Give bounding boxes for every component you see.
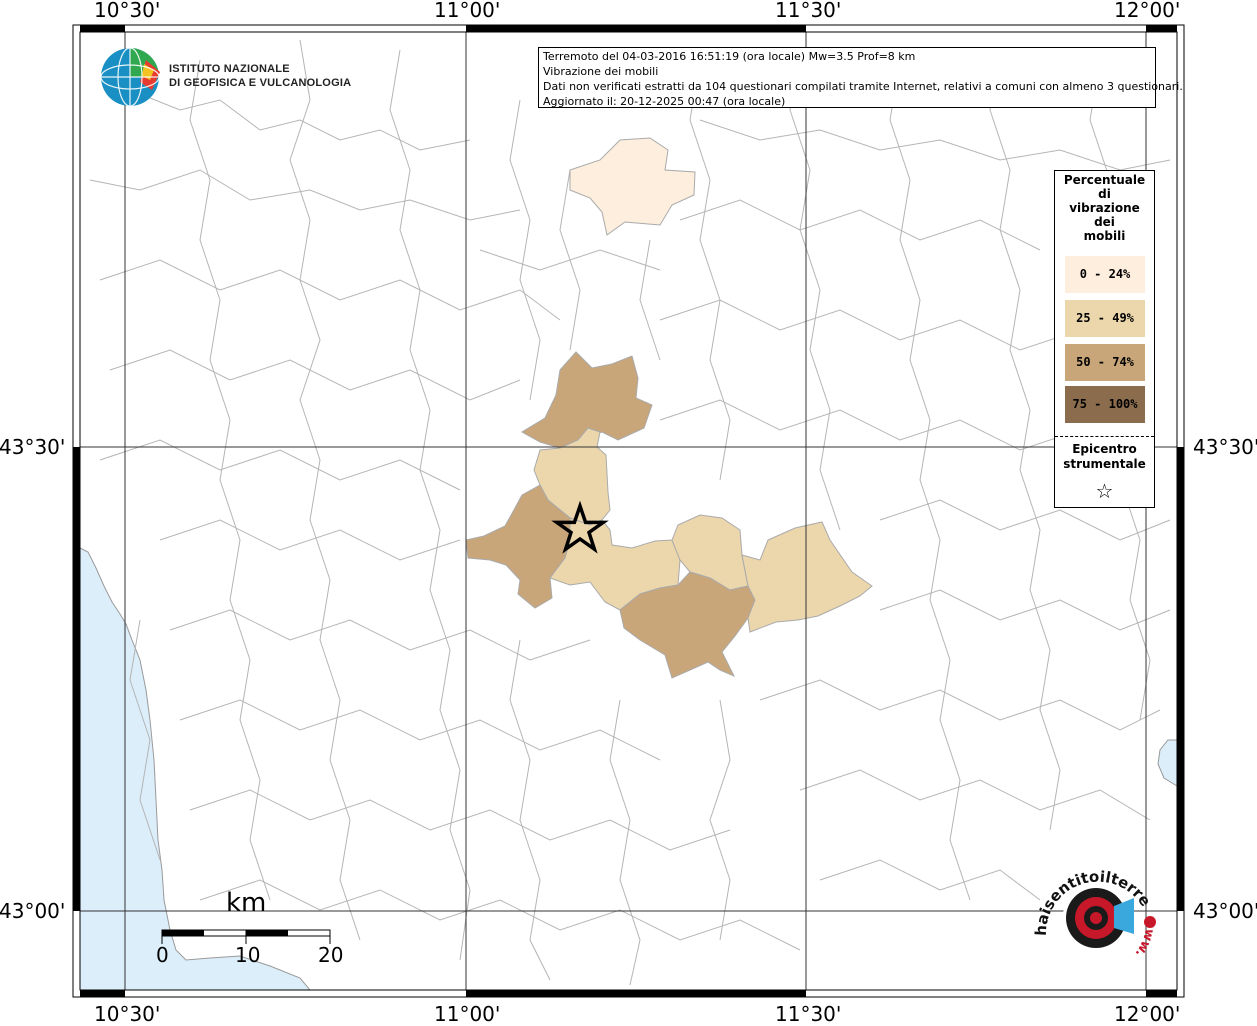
ingv-logo-text: ISTITUTO NAZIONALE DI GEOFISICA E VULCAN…: [169, 62, 351, 90]
scale-unit: km: [226, 888, 267, 918]
lon-label-bottom-1130: 11°30': [775, 1002, 842, 1026]
legend-star-icon: ☆: [1095, 479, 1114, 503]
event-line: Terremoto del 04-03-2016 16:51:19 (ora l…: [543, 50, 916, 63]
lat-label-right-4330: 43°30': [1193, 435, 1257, 459]
legend-title-line-3: vibrazione: [1069, 201, 1140, 215]
lon-label-bottom-1200: 12°00': [1114, 1002, 1181, 1026]
legend-epicenter-line-2: strumentale: [1063, 457, 1146, 471]
lat-label-left-4300: 43°00': [0, 899, 66, 923]
data-source-line: Dati non verificati estratti da 104 ques…: [543, 80, 1183, 93]
legend-title-line-5: mobili: [1083, 229, 1126, 243]
legend-class-50-74: 50 - 74%: [1065, 344, 1145, 381]
updated-line: Aggiornato il: 20-12-2025 00:47 (ora loc…: [543, 95, 786, 108]
lon-label-top-1030: 10°30': [94, 0, 161, 22]
lon-label-bottom-1030: 10°30': [94, 1002, 161, 1026]
legend: Percentuale di vibrazione dei mobili 0 -…: [1054, 170, 1155, 508]
legend-title-line-1: Percentuale: [1063, 173, 1146, 187]
institute-line-1: ISTITUTO NAZIONALE: [169, 63, 290, 75]
legend-class-25-49: 25 - 49%: [1065, 300, 1145, 337]
lat-label-left-4330: 43°30': [0, 435, 66, 459]
institute-line-2: DI GEOFISICA E VULCANOLOGIA: [169, 77, 352, 89]
lon-label-bottom-1100: 11°00': [434, 1002, 501, 1026]
haisentito-logo: haisentitoilterremoto.it www.: [1032, 866, 1158, 960]
legend-title: Percentuale di vibrazione dei mobili: [1055, 173, 1154, 243]
legend-title-line-4: dei: [1094, 215, 1115, 229]
event-info-box: Terremoto del 04-03-2016 16:51:19 (ora l…: [538, 47, 1183, 108]
effect-line: Vibrazione dei mobili: [543, 65, 659, 78]
scale-tick-0: 0: [156, 943, 169, 967]
ingv-logo: [100, 47, 160, 107]
legend-epicenter-line-1: Epicentro: [1072, 442, 1137, 456]
lat-label-right-4300: 43°00': [1193, 899, 1257, 923]
haisentito-www: www.: [1132, 916, 1158, 960]
lon-label-top-1100: 11°00': [434, 0, 501, 22]
lon-label-top-1200: 12°00': [1114, 0, 1181, 22]
legend-class-75-100: 75 - 100%: [1065, 386, 1145, 423]
legend-title-line-2: di: [1098, 187, 1111, 201]
scale-tick-10: 10: [235, 943, 261, 967]
scale-tick-20: 20: [318, 943, 344, 967]
legend-epicenter-label: Epicentro strumentale: [1055, 442, 1154, 472]
lon-label-top-1130: 11°30': [775, 0, 842, 22]
legend-separator: [1055, 436, 1154, 437]
legend-class-0-24: 0 - 24%: [1065, 256, 1145, 293]
